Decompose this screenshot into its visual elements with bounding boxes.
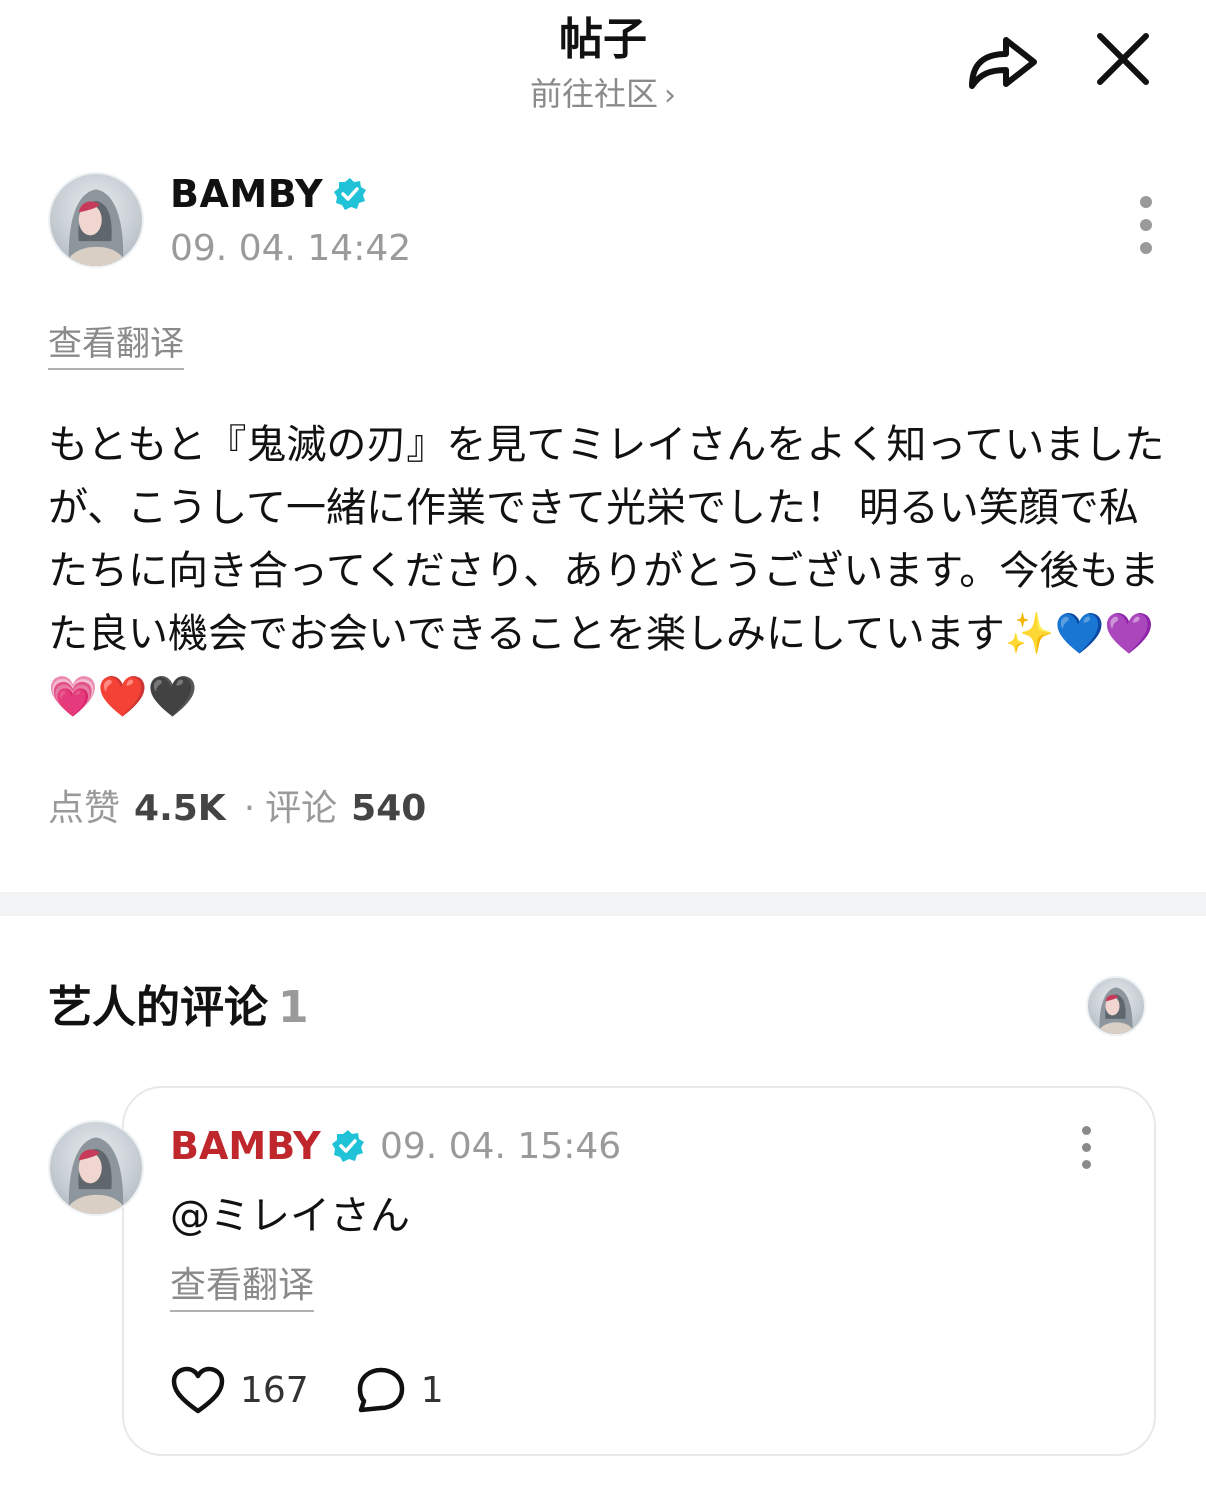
comment-author-name[interactable]: BAMBY [170, 1122, 365, 1170]
separator-dot: · [243, 788, 256, 829]
more-dot-icon [1081, 1126, 1091, 1135]
avatar-image [63, 189, 129, 266]
artist-comments-count: 1 [278, 982, 309, 1033]
author-avatar[interactable] [48, 172, 144, 268]
reply-count: 1 [420, 1369, 444, 1411]
post-more-button[interactable] [1128, 196, 1164, 260]
comment-actions: 167 1 [170, 1362, 444, 1418]
comments-label: 评论 [265, 788, 338, 829]
comment-timestamp: 09. 04. 15:46 [380, 1126, 622, 1167]
artist-comments-title: 艺人的评论 [48, 982, 268, 1033]
post-timestamp: 09. 04. 14:42 [170, 228, 412, 269]
likes-label: 点赞 [48, 788, 121, 829]
artist-avatar-small[interactable] [1086, 976, 1146, 1036]
comment-text: @ミレイさん [170, 1193, 410, 1239]
post-page: 帖子 前往社区 › BAMBY 09. 04. 14:42 查看翻译 もともと『… [0, 0, 1206, 1489]
avatar-image [63, 1137, 129, 1214]
likes-count: 4.5K [134, 788, 226, 829]
close-icon [1097, 33, 1149, 85]
like-button[interactable]: 167 [170, 1365, 309, 1415]
comment-bubble-icon [357, 1367, 404, 1413]
reply-button[interactable]: 1 [355, 1365, 444, 1415]
share-button[interactable] [962, 26, 1042, 96]
more-dot-icon [1140, 196, 1152, 208]
share-icon [969, 37, 1037, 89]
heart-icon [171, 1366, 225, 1414]
chevron-right-icon: › [664, 78, 676, 113]
comment-author-avatar[interactable] [48, 1120, 144, 1216]
comment-more-button[interactable] [1074, 1126, 1098, 1170]
community-link-label: 前往社区 [529, 75, 658, 113]
comments-count: 540 [351, 788, 427, 829]
more-dot-icon [1140, 242, 1152, 254]
comment-view-translation-link[interactable]: 查看翻译 [170, 1264, 315, 1312]
post-body: もともと『鬼滅の刃』を見てミレイさんをよく知っていましたが、こうして一緒に作業で… [48, 422, 1165, 720]
more-dot-icon [1081, 1143, 1091, 1152]
more-dot-icon [1081, 1160, 1091, 1169]
view-translation-link[interactable]: 查看翻译 [48, 322, 184, 370]
like-count: 167 [240, 1369, 309, 1411]
verified-badge-icon [331, 1129, 364, 1162]
avatar-image [1096, 987, 1136, 1034]
comment-author-text: BAMBY [170, 1124, 321, 1168]
artist-comments-heading: 艺人的评论 1 [48, 978, 309, 1038]
author-name-text: BAMBY [170, 172, 324, 216]
verified-badge-icon [334, 177, 367, 210]
section-divider [0, 892, 1206, 916]
more-dot-icon [1140, 219, 1152, 231]
close-button[interactable] [1088, 24, 1158, 94]
author-name[interactable]: BAMBY [170, 170, 367, 218]
post-stats: 点赞 4.5K · 评论 540 [48, 784, 434, 834]
